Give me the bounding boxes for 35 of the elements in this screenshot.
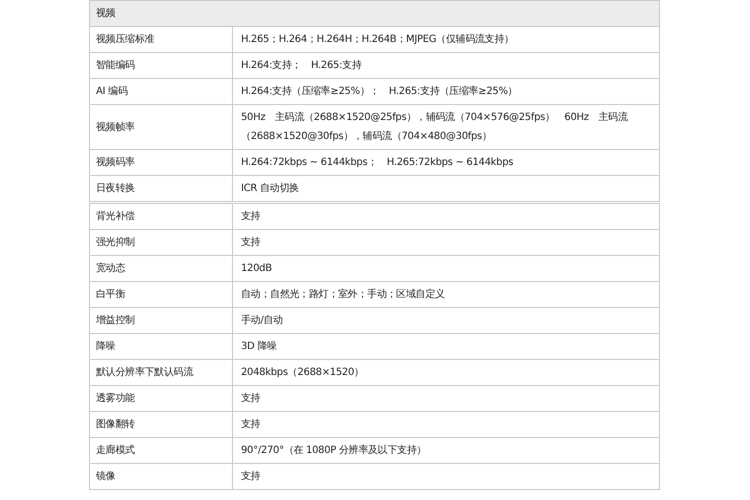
spec-value: 手动/自动: [232, 308, 660, 334]
spec-value: 自动；自然光；路灯；室外；手动；区域自定义: [232, 282, 660, 308]
spec-label: 视频码率: [90, 150, 232, 176]
spec-value: H.264:支持（压缩率≥25%）； H.265:支持（压缩率≥25%）: [232, 78, 660, 104]
spec-value: 支持: [232, 464, 660, 490]
spec-label: 视频帧率: [90, 104, 232, 150]
spec-value: H.264:支持； H.265:支持: [232, 52, 660, 78]
spec-label: 宽动态: [90, 256, 232, 282]
spec-value: H.265；H.264；H.264H；H.264B；MJPEG（仅辅码流支持）: [232, 26, 660, 52]
spec-value: 3D 降噪: [232, 334, 660, 360]
spec-label: 日夜转换: [90, 176, 232, 202]
spec-label: 降噪: [90, 334, 232, 360]
spec-value: ICR 自动切换: [232, 176, 660, 202]
spec-label: 镜像: [90, 464, 232, 490]
spec-label: AI 编码: [90, 78, 232, 104]
spec-label: 图像翻转: [90, 412, 232, 438]
spec-label: 默认分辨率下默认码流: [90, 360, 232, 386]
spec-label: 白平衡: [90, 282, 232, 308]
spec-label: 视频压缩标准: [90, 26, 232, 52]
spec-value: 2048kbps（2688×1520）: [232, 360, 660, 386]
spec-label: 增益控制: [90, 308, 232, 334]
spec-value: 支持: [232, 230, 660, 256]
spec-label: 透雾功能: [90, 386, 232, 412]
spec-value: 支持: [232, 204, 660, 230]
spec-value: 支持: [232, 386, 660, 412]
spec-value: 90°/270°（在 1080P 分辨率及以下支持）: [232, 438, 660, 464]
spec-label: 强光抑制: [90, 230, 232, 256]
spec-value: 50Hz 主码流（2688×1520@25fps），辅码流（704×576@25fps） 60Hz 主码流（2688×1520@30fps），辅码流（704×480@30fps）: [232, 104, 660, 150]
spec-label: 背光补偿: [90, 204, 232, 230]
spec-label: 走廊模式: [90, 438, 232, 464]
spec-label: 智能编码: [90, 52, 232, 78]
spec-value: H.264:72kbps ~ 6144kbps； H.265:72kbps ~ 6144kbps: [232, 150, 660, 176]
section-header: 视频: [90, 0, 660, 26]
spec-value: 支持: [232, 412, 660, 438]
spec-value: 120dB: [232, 256, 660, 282]
